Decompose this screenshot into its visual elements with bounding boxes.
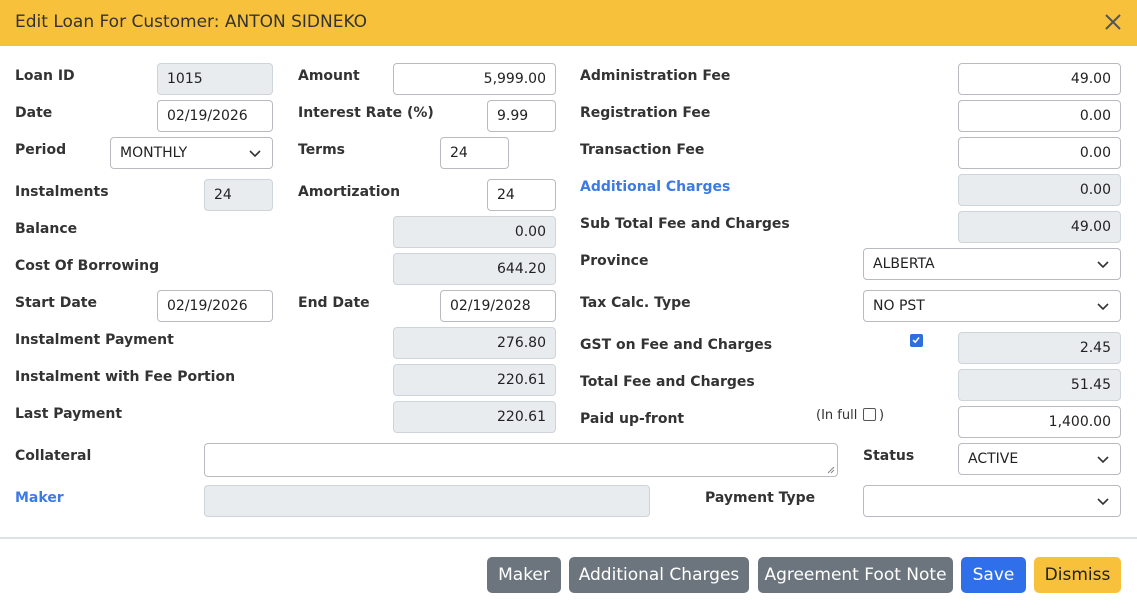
chevron-down-icon — [1097, 498, 1109, 506]
dialog-header: Edit Loan For Customer: ANTON SIDNEKO — [0, 0, 1137, 46]
start-date-label: Start Date — [15, 295, 97, 311]
administration-fee-label: Administration Fee — [580, 68, 731, 84]
gst-label: GST on Fee and Charges — [580, 337, 773, 353]
chevron-down-icon — [249, 150, 261, 158]
payment-type-label: Payment Type — [705, 490, 816, 506]
chevron-down-icon — [1097, 261, 1109, 269]
instalments-label: Instalments — [15, 184, 109, 200]
instalment-fee-portion-label: Instalment with Fee Portion — [15, 369, 236, 385]
interest-rate-label: Interest Rate (%) — [298, 105, 434, 121]
terms-field[interactable]: 24 — [440, 137, 509, 169]
status-select-value: ACTIVE — [968, 451, 1019, 467]
amount-field[interactable]: 5,999.00 — [393, 63, 556, 95]
total-fee-field: 51.45 — [958, 369, 1121, 401]
instalment-fee-portion-field: 220.61 — [393, 364, 556, 396]
instalment-payment-label: Instalment Payment — [15, 332, 174, 348]
footer-divider — [0, 537, 1137, 539]
additional-charges-field: 0.00 — [958, 174, 1121, 206]
amortization-field[interactable]: 24 — [487, 179, 556, 211]
gst-field: 2.45 — [958, 332, 1121, 364]
maker-link[interactable]: Maker — [15, 490, 64, 506]
cost-of-borrowing-label: Cost Of Borrowing — [15, 258, 160, 274]
status-label: Status — [863, 448, 915, 464]
last-payment-field: 220.61 — [393, 401, 556, 433]
end-date-field[interactable]: 02/19/2028 — [440, 290, 556, 322]
loan-id-label: Loan ID — [15, 68, 75, 84]
save-button[interactable]: Save — [961, 557, 1026, 593]
resize-grip-icon[interactable] — [827, 466, 835, 474]
province-select[interactable]: ALBERTA — [863, 248, 1121, 280]
paid-upfront-field[interactable]: 1,400.00 — [958, 406, 1121, 438]
date-field[interactable]: 02/19/2026 — [157, 100, 273, 132]
dismiss-button[interactable]: Dismiss — [1034, 557, 1121, 593]
tax-calc-type-select-value: NO PST — [873, 298, 925, 314]
province-label: Province — [580, 253, 649, 269]
instalments-field: 24 — [204, 179, 273, 211]
terms-label: Terms — [298, 142, 346, 158]
interest-rate-field[interactable]: 9.99 — [487, 100, 556, 132]
balance-field: 0.00 — [393, 216, 556, 248]
gst-checkbox[interactable] — [910, 334, 923, 347]
chevron-down-icon — [1097, 303, 1109, 311]
balance-label: Balance — [15, 221, 78, 237]
maker-button[interactable]: Maker — [487, 557, 561, 593]
instalment-payment-field: 276.80 — [393, 327, 556, 359]
cost-of-borrowing-field: 644.20 — [393, 253, 556, 285]
transaction-fee-field[interactable]: 0.00 — [958, 137, 1121, 169]
collateral-textarea[interactable] — [204, 443, 838, 477]
checkmark-icon — [912, 337, 920, 344]
sub-total-field: 49.00 — [958, 211, 1121, 243]
close-icon[interactable] — [1103, 12, 1123, 32]
status-select[interactable]: ACTIVE — [958, 443, 1121, 475]
province-select-value: ALBERTA — [873, 256, 935, 272]
dialog-title: Edit Loan For Customer: ANTON SIDNEKO — [15, 12, 368, 32]
tax-calc-type-label: Tax Calc. Type — [580, 295, 691, 311]
payment-type-select[interactable] — [863, 485, 1121, 517]
amount-label: Amount — [298, 68, 360, 84]
tax-calc-type-select[interactable]: NO PST — [863, 290, 1121, 322]
start-date-field[interactable]: 02/19/2026 — [157, 290, 273, 322]
period-select[interactable]: MONTHLY — [110, 137, 273, 169]
total-fee-label: Total Fee and Charges — [580, 374, 755, 390]
registration-fee-field[interactable]: 0.00 — [958, 100, 1121, 132]
additional-charges-button[interactable]: Additional Charges — [569, 557, 749, 593]
sub-total-label: Sub Total Fee and Charges — [580, 216, 790, 232]
chevron-down-icon — [1097, 456, 1109, 464]
administration-fee-field[interactable]: 49.00 — [958, 63, 1121, 95]
paid-upfront-label: Paid up-front — [580, 411, 685, 427]
collateral-label: Collateral — [15, 448, 92, 464]
registration-fee-label: Registration Fee — [580, 105, 711, 121]
agreement-foot-note-button[interactable]: Agreement Foot Note — [758, 557, 953, 593]
maker-field — [204, 485, 650, 517]
amortization-label: Amortization — [298, 184, 401, 200]
period-select-value: MONTHLY — [120, 145, 188, 161]
loan-id-field: 1015 — [157, 63, 273, 95]
in-full-label: (In full — [816, 408, 858, 423]
last-payment-label: Last Payment — [15, 406, 123, 422]
transaction-fee-label: Transaction Fee — [580, 142, 705, 158]
end-date-label: End Date — [298, 295, 370, 311]
additional-charges-link[interactable]: Additional Charges — [580, 179, 730, 195]
in-full-checkbox[interactable] — [863, 408, 876, 421]
date-label: Date — [15, 105, 53, 121]
period-label: Period — [15, 142, 67, 158]
in-full-label-close: ) — [879, 408, 885, 423]
